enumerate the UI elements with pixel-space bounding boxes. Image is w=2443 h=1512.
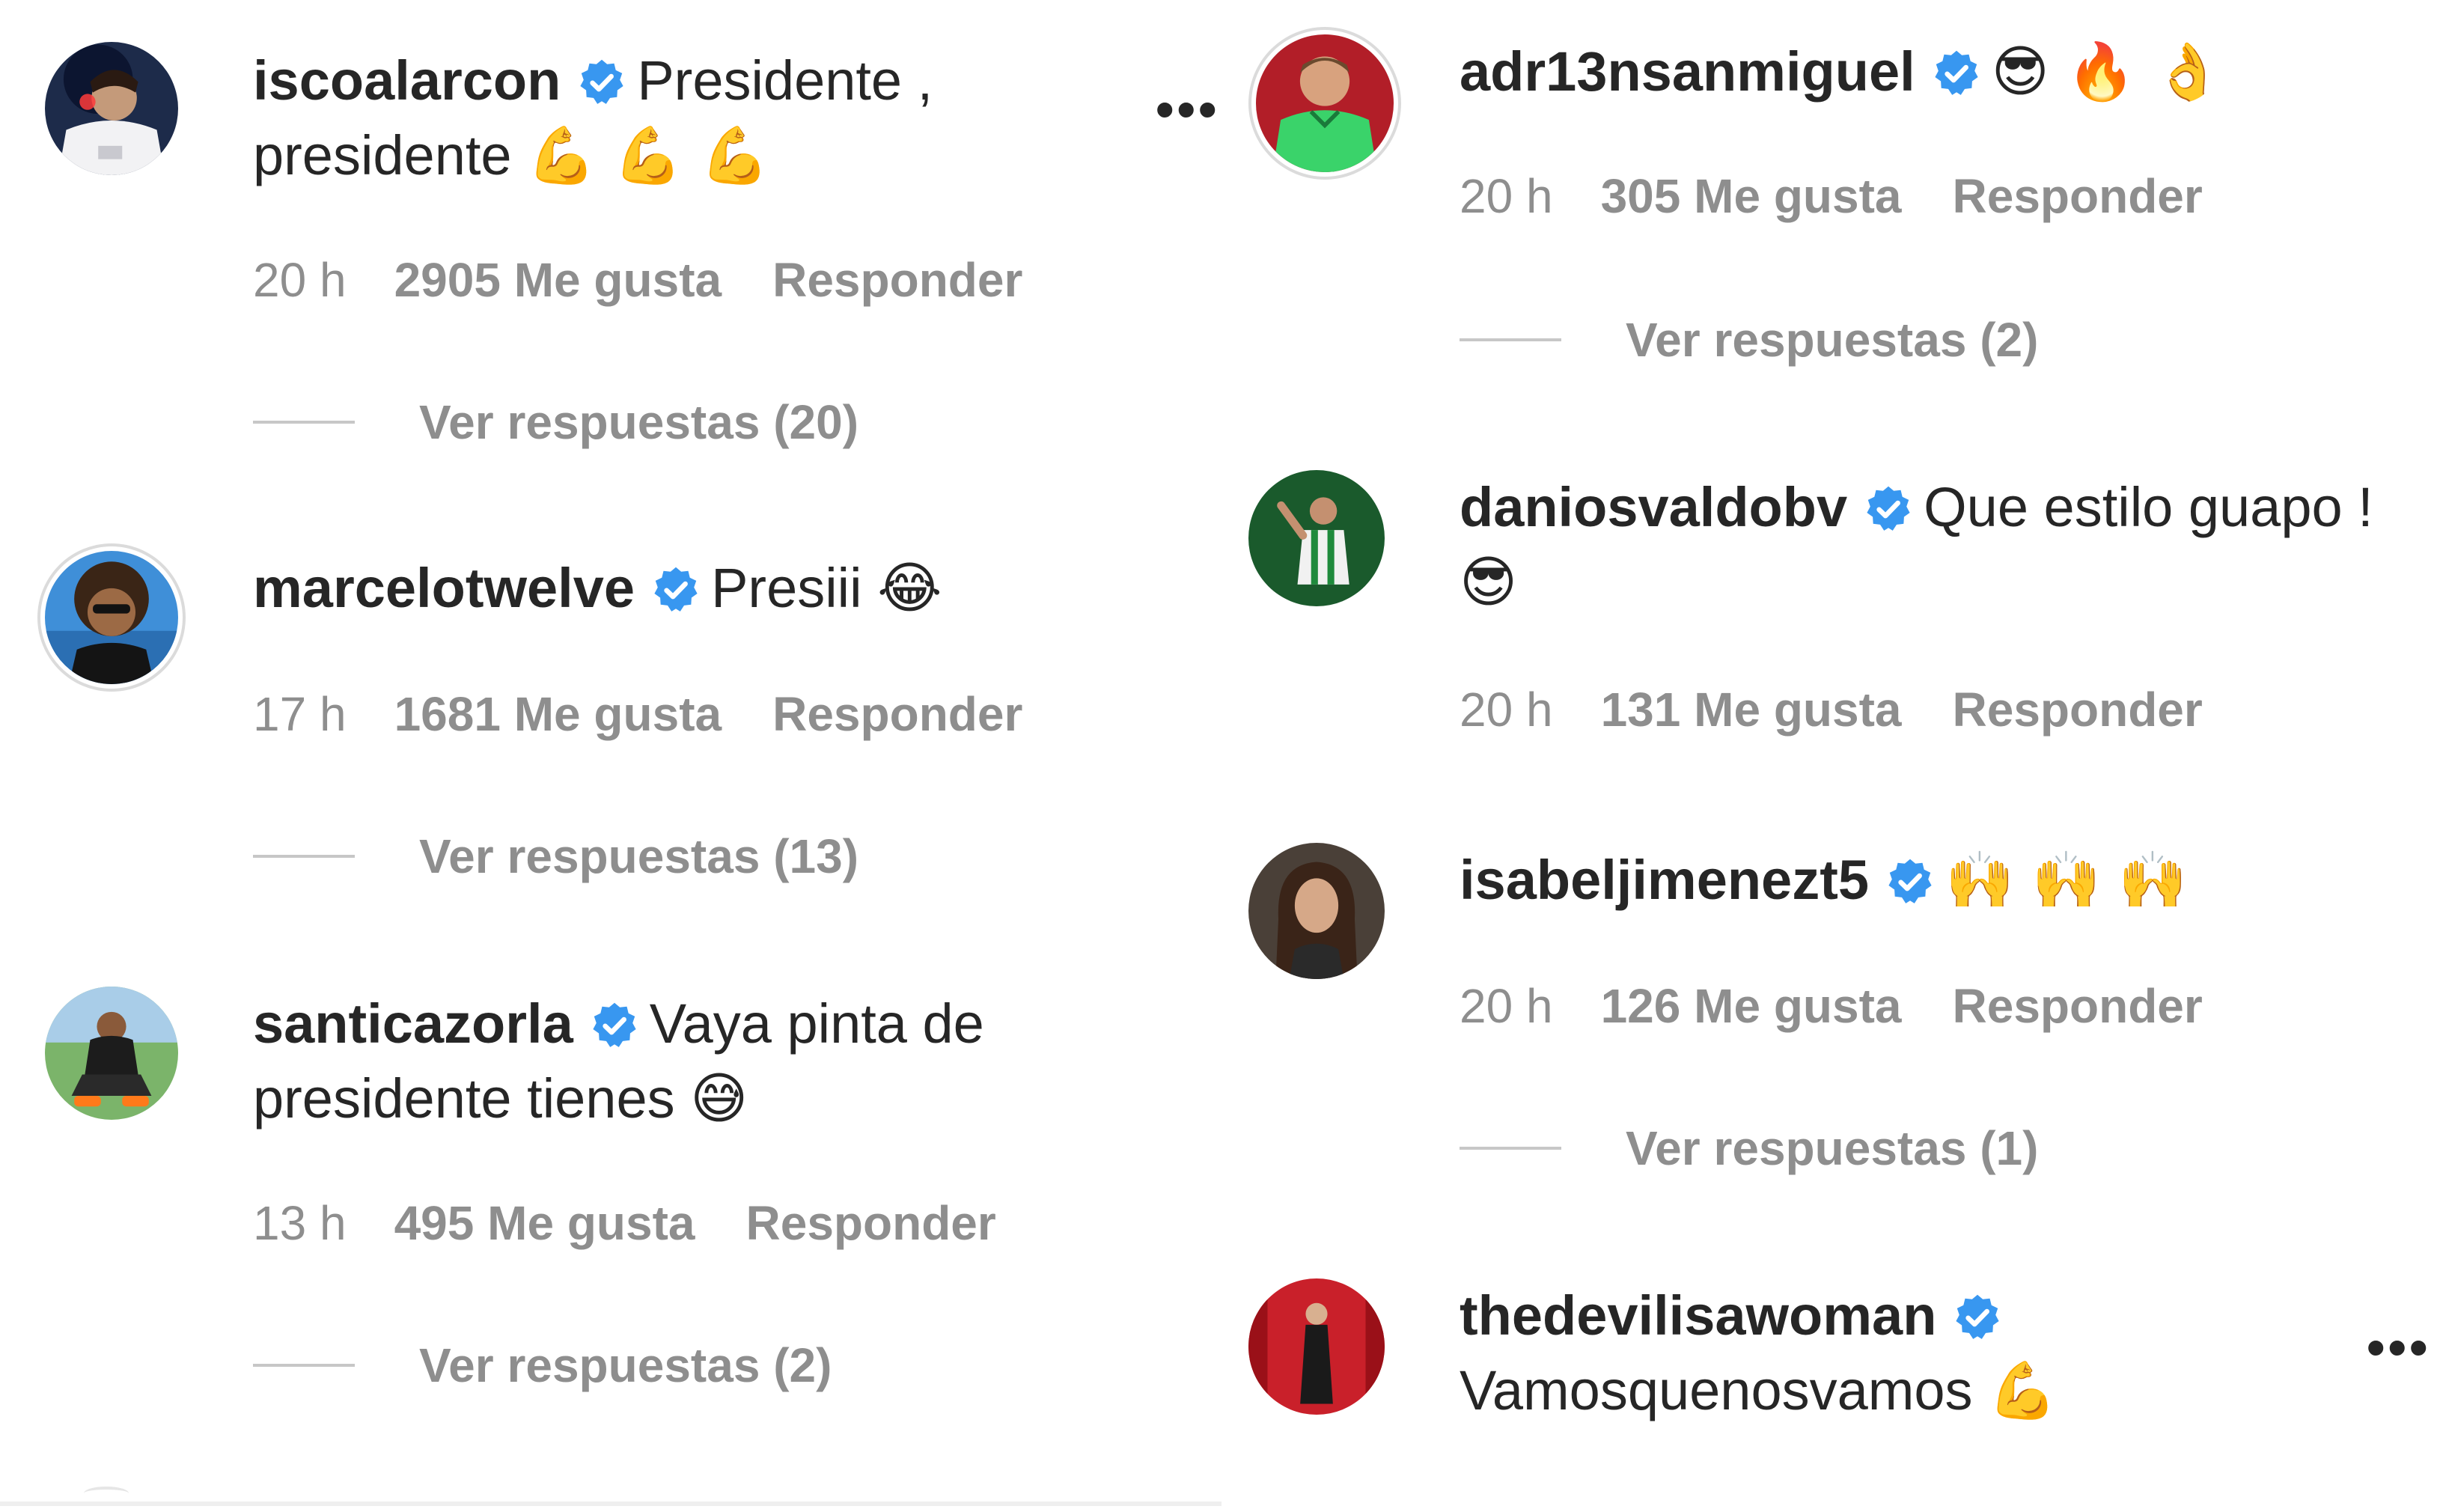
comment-item: marcelotwelve Presiii 😂 17 h 1681 Me gusta…: [0, 524, 1222, 943]
avatar[interactable]: [1248, 843, 1385, 979]
avatar-partial: [84, 1487, 129, 1500]
more-options-icon[interactable]: •••: [1156, 83, 1220, 135]
view-replies-button[interactable]: Ver respuestas (20): [253, 392, 858, 452]
comment-body: Vamosquenosvamos: [1460, 1359, 1973, 1421]
view-replies-button[interactable]: Ver respuestas (2): [1460, 310, 2038, 370]
view-replies-label: Ver respuestas (13): [419, 829, 858, 883]
emoji-raising-hands: 🙌 🙌 🙌: [1945, 848, 2188, 912]
avatar[interactable]: [1248, 470, 1385, 606]
comment-likes[interactable]: 305 Me gusta: [1601, 169, 1902, 223]
comment-meta: 20 h 131 Me gusta Responder: [1460, 680, 2203, 740]
replies-dash: [1460, 338, 1561, 341]
verified-badge-icon: [577, 58, 626, 107]
comment-text: thedevilisawoman Vamosquenosvamos 💪: [1460, 1278, 2057, 1428]
verified-badge-icon: [651, 565, 701, 615]
comment-username[interactable]: iscoalarcon: [253, 49, 561, 112]
verified-badge-icon: [1953, 1293, 2002, 1342]
comment-time[interactable]: 20 h: [1460, 169, 1553, 223]
comment-item: isabeljimenezt5 🙌 🙌 🙌 20 h 126 Me gusta Res…: [1222, 816, 2443, 1235]
comment-username[interactable]: marcelotwelve: [253, 557, 635, 619]
comment-text: adr13nsanmiguel 😎 🔥 👌: [1460, 34, 2222, 109]
emoji-tears-of-joy: 😂: [877, 556, 942, 621]
view-replies-button[interactable]: Ver respuestas (2): [253, 1335, 832, 1395]
replies-dash: [1460, 1147, 1561, 1150]
reply-button[interactable]: Responder: [1953, 683, 2203, 737]
reply-button[interactable]: Responder: [772, 687, 1022, 741]
emoji-flexed-biceps: 💪: [1988, 1359, 2058, 1423]
view-replies-label: Ver respuestas (1): [1626, 1121, 2039, 1175]
comment-likes[interactable]: 126 Me gusta: [1601, 979, 1902, 1033]
comment-body-line2: presidente tienes: [253, 1067, 675, 1130]
comment-likes[interactable]: 1681 Me gusta: [394, 687, 722, 741]
comment-text: daniosvaldobv Que estilo guapo ! 😎: [1460, 470, 2373, 620]
comment-meta: 20 h 126 Me gusta Responder: [1460, 976, 2203, 1036]
comment-meta: 20 h 2905 Me gusta Responder: [253, 250, 1022, 310]
reply-button[interactable]: Responder: [772, 253, 1022, 307]
comment-meta: 17 h 1681 Me gusta Responder: [253, 684, 1022, 744]
comment-item: santicazorla Vaya pinta de presidente tie…: [0, 973, 1222, 1407]
comment-meta: 13 h 495 Me gusta Responder: [253, 1193, 996, 1253]
comment-text: iscoalarcon Presidente , presidente 💪 💪 💪: [253, 43, 933, 193]
view-replies-button[interactable]: Ver respuestas (13): [253, 826, 858, 886]
comment-body: Que estilo guapo !: [1924, 476, 2373, 538]
comment-time[interactable]: 20 h: [253, 253, 347, 307]
comment-item: iscoalarcon Presidente , presidente 💪 💪 💪…: [0, 0, 1222, 479]
emoji-grinning-sweat: 😅: [690, 1067, 748, 1131]
reply-button[interactable]: Responder: [746, 1196, 996, 1250]
comment-item: daniosvaldobv Que estilo guapo ! 😎 20 h 13…: [1222, 449, 2443, 778]
verified-badge-icon: [590, 1001, 639, 1050]
bottom-divider: [0, 1502, 1222, 1506]
comment-text: santicazorla Vaya pinta de presidente tie…: [253, 987, 984, 1136]
comment-likes[interactable]: 131 Me gusta: [1601, 683, 1902, 737]
emoji-sunglasses: 😎: [1460, 550, 1518, 615]
comment-username[interactable]: isabeljimenezt5: [1460, 849, 1869, 911]
avatar[interactable]: [45, 551, 178, 684]
comment-likes[interactable]: 495 Me gusta: [394, 1196, 695, 1250]
comment-meta: 20 h 305 Me gusta Responder: [1460, 166, 2203, 226]
comment-username[interactable]: thedevilisawoman: [1460, 1284, 1936, 1347]
view-replies-button[interactable]: Ver respuestas (1): [1460, 1118, 2038, 1178]
emoji-sunglasses-fire-ok: 😎 🔥 👌: [1991, 40, 2223, 104]
avatar[interactable]: [45, 987, 178, 1120]
verified-badge-icon: [1864, 484, 1913, 534]
comment-time[interactable]: 20 h: [1460, 683, 1553, 737]
comment-body-line1: Vaya pinta de: [649, 993, 984, 1055]
comment-text: marcelotwelve Presiii 😂: [253, 551, 942, 626]
replies-dash: [253, 421, 355, 424]
comment-body-line1: Presidente ,: [637, 49, 933, 112]
reply-button[interactable]: Responder: [1953, 979, 2203, 1033]
view-replies-label: Ver respuestas (2): [1626, 313, 2039, 367]
reply-button[interactable]: Responder: [1953, 169, 2203, 223]
avatar[interactable]: [1256, 34, 1394, 172]
comment-body-line2: presidente: [253, 124, 512, 186]
comment-time[interactable]: 17 h: [253, 687, 347, 741]
avatar[interactable]: [1248, 1278, 1385, 1415]
comment-text: isabeljimenezt5 🙌 🙌 🙌: [1460, 843, 2187, 918]
avatar[interactable]: [45, 42, 178, 175]
verified-badge-icon: [1932, 49, 1981, 98]
comment-username[interactable]: adr13nsanmiguel: [1460, 40, 1915, 103]
replies-dash: [253, 855, 355, 858]
comment-time[interactable]: 20 h: [1460, 979, 1553, 1033]
emoji-flexed-biceps: 💪 💪 💪: [527, 124, 769, 188]
comment-username[interactable]: santicazorla: [253, 993, 573, 1055]
comment-item: adr13nsanmiguel 😎 🔥 👌 20 h 305 Me gusta Res…: [1222, 0, 2443, 419]
comment-time[interactable]: 13 h: [253, 1196, 347, 1250]
comment-body: Presiii: [711, 557, 862, 619]
view-replies-label: Ver respuestas (2): [419, 1338, 832, 1392]
comment-username[interactable]: daniosvaldobv: [1460, 476, 1847, 538]
replies-dash: [253, 1364, 355, 1367]
verified-badge-icon: [1885, 857, 1935, 906]
comment-likes[interactable]: 2905 Me gusta: [394, 253, 722, 307]
view-replies-label: Ver respuestas (20): [419, 395, 858, 449]
more-options-icon[interactable]: •••: [2367, 1321, 2431, 1374]
comment-item: thedevilisawoman Vamosquenosvamos 💪: [1222, 1272, 2443, 1512]
